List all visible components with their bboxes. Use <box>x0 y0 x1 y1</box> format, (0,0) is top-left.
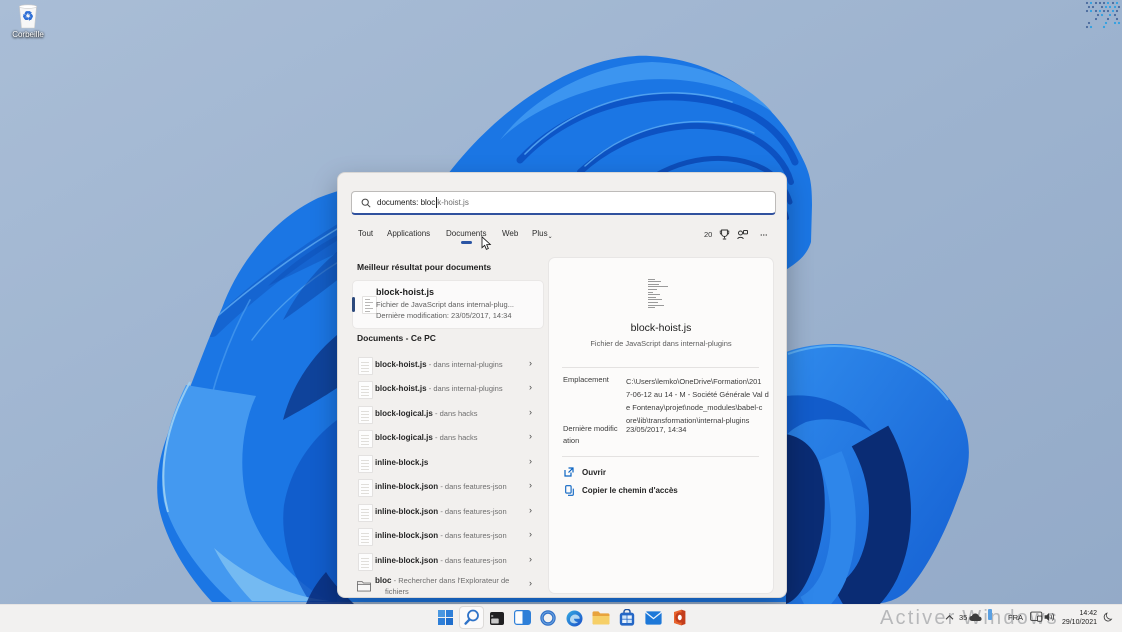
svg-text:♻: ♻ <box>22 9 34 24</box>
